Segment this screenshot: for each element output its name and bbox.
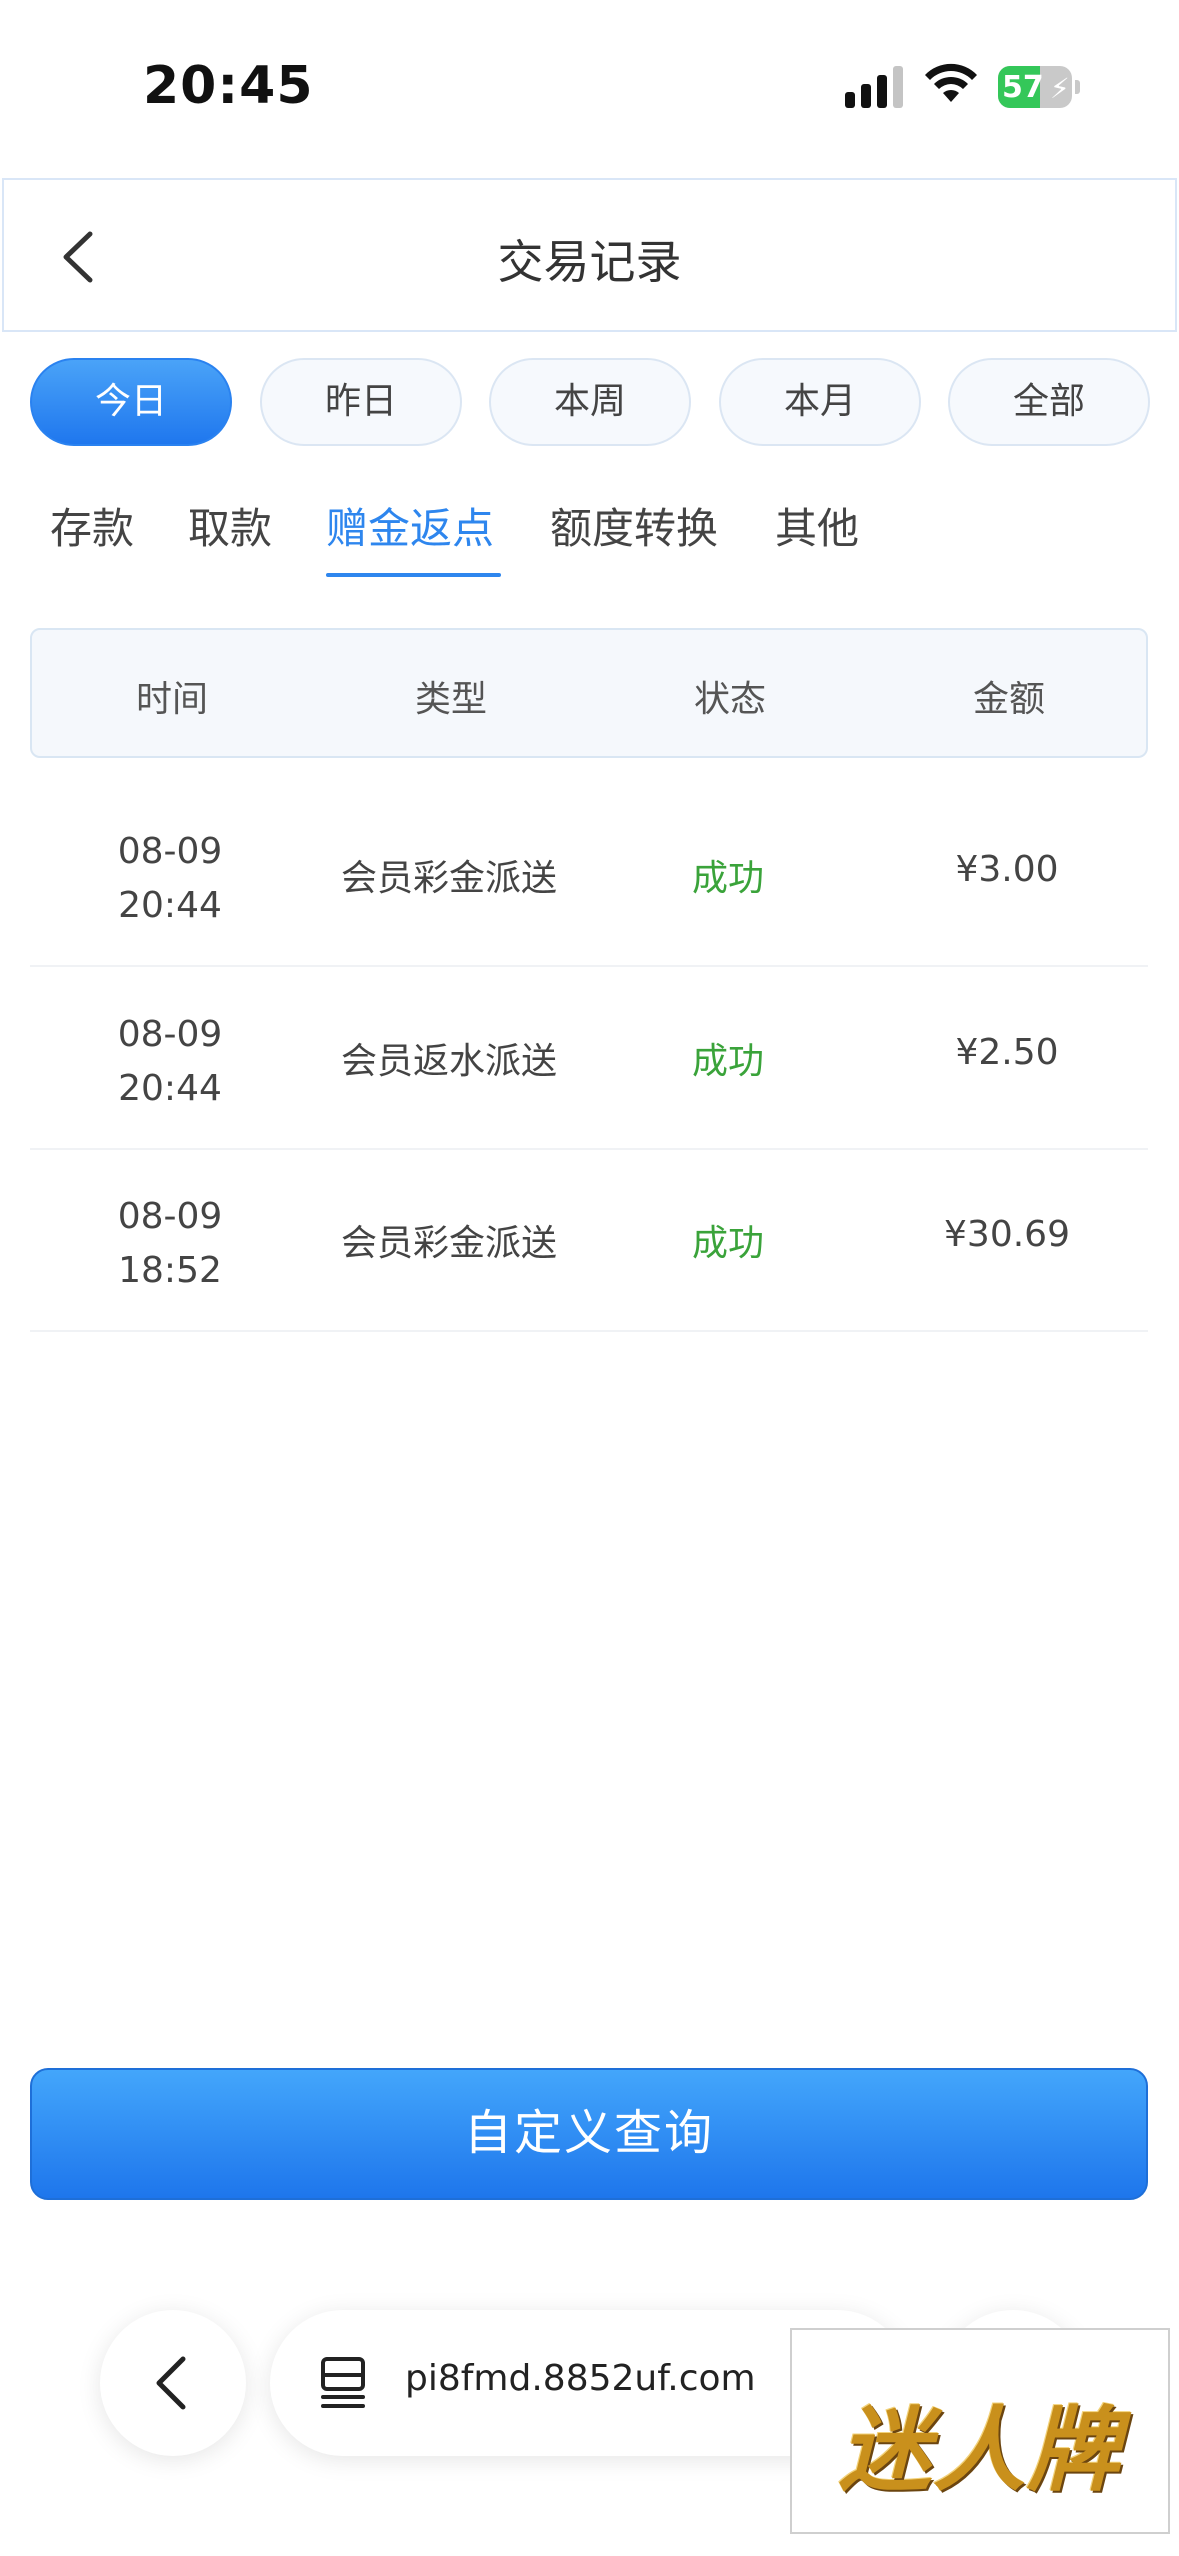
- table-row: 08-09 20:44 会员返水派送 成功 ¥2.50: [30, 968, 1148, 1150]
- row-amount: ¥3.00: [955, 849, 1059, 890]
- table-row: 08-09 20:44 会员彩金派送 成功 ¥3.00: [30, 785, 1148, 967]
- tab-overview-icon: [321, 2357, 365, 2408]
- row-date: 08-09: [117, 1196, 223, 1237]
- row-time: 20:44: [118, 885, 222, 926]
- watermark-logo: 迷人牌: [790, 2328, 1170, 2534]
- col-type: 类型: [414, 679, 487, 720]
- chevron-left-icon: [156, 2356, 186, 2410]
- table-header: 时间 类型 状态 金额: [30, 628, 1148, 758]
- period-filter: 今日 昨日 本周 本月 全部: [30, 358, 1150, 446]
- row-datetime: 08-09 18:52: [30, 1190, 310, 1298]
- table-row: 08-09 18:52 会员彩金派送 成功 ¥30.69: [30, 1150, 1148, 1332]
- row-datetime: 08-09 20:44: [30, 825, 310, 933]
- status-bar: 20:45 57 ⚡: [0, 0, 1179, 175]
- col-amount: 金额: [972, 679, 1045, 720]
- row-status: 成功: [691, 1041, 764, 1082]
- row-status: 成功: [691, 1223, 764, 1264]
- chip-today[interactable]: 今日: [30, 358, 232, 446]
- row-status: 成功: [691, 858, 764, 899]
- tab-deposit[interactable]: 存款: [50, 495, 134, 556]
- charging-bolt-icon: ⚡: [1050, 72, 1070, 105]
- wifi-icon: [925, 63, 977, 102]
- active-tab-indicator: [326, 573, 501, 577]
- url-text: pi8fmd.8852uf.com: [405, 2358, 756, 2399]
- tab-other[interactable]: 其他: [775, 495, 859, 556]
- row-time: 18:52: [118, 1250, 222, 1291]
- row-type: 会员彩金派送: [340, 1223, 557, 1264]
- col-time: 时间: [135, 679, 208, 720]
- chip-yesterday[interactable]: 昨日: [260, 358, 462, 446]
- watermark-text: 迷人牌: [838, 2396, 1121, 2504]
- col-status: 状态: [693, 679, 766, 720]
- browser-back-button[interactable]: [100, 2310, 246, 2456]
- chip-this-week[interactable]: 本周: [489, 358, 691, 446]
- battery-icon: 57 ⚡: [998, 66, 1080, 108]
- row-type: 会员返水派送: [340, 1041, 557, 1082]
- chip-this-month[interactable]: 本月: [719, 358, 921, 446]
- row-amount: ¥2.50: [955, 1032, 1059, 1073]
- nav-header: 交易记录: [2, 178, 1177, 332]
- row-date: 08-09: [117, 831, 223, 872]
- chip-all[interactable]: 全部: [948, 358, 1150, 446]
- row-time: 20:44: [118, 1068, 222, 1109]
- tab-credit-transfer[interactable]: 额度转换: [550, 495, 718, 556]
- row-date: 08-09: [117, 1014, 223, 1055]
- cellular-signal-icon: [845, 66, 903, 108]
- status-time: 20:45: [143, 56, 314, 116]
- row-datetime: 08-09 20:44: [30, 1008, 310, 1116]
- page-title: 交易记录: [497, 235, 682, 289]
- tab-withdraw[interactable]: 取款: [188, 495, 272, 556]
- row-amount: ¥30.69: [944, 1214, 1070, 1255]
- battery-percent: 57: [1002, 70, 1044, 105]
- row-type: 会员彩金派送: [340, 858, 557, 899]
- tab-bonus-rebate[interactable]: 赠金返点: [326, 495, 494, 556]
- custom-query-button[interactable]: 自定义查询: [30, 2068, 1148, 2200]
